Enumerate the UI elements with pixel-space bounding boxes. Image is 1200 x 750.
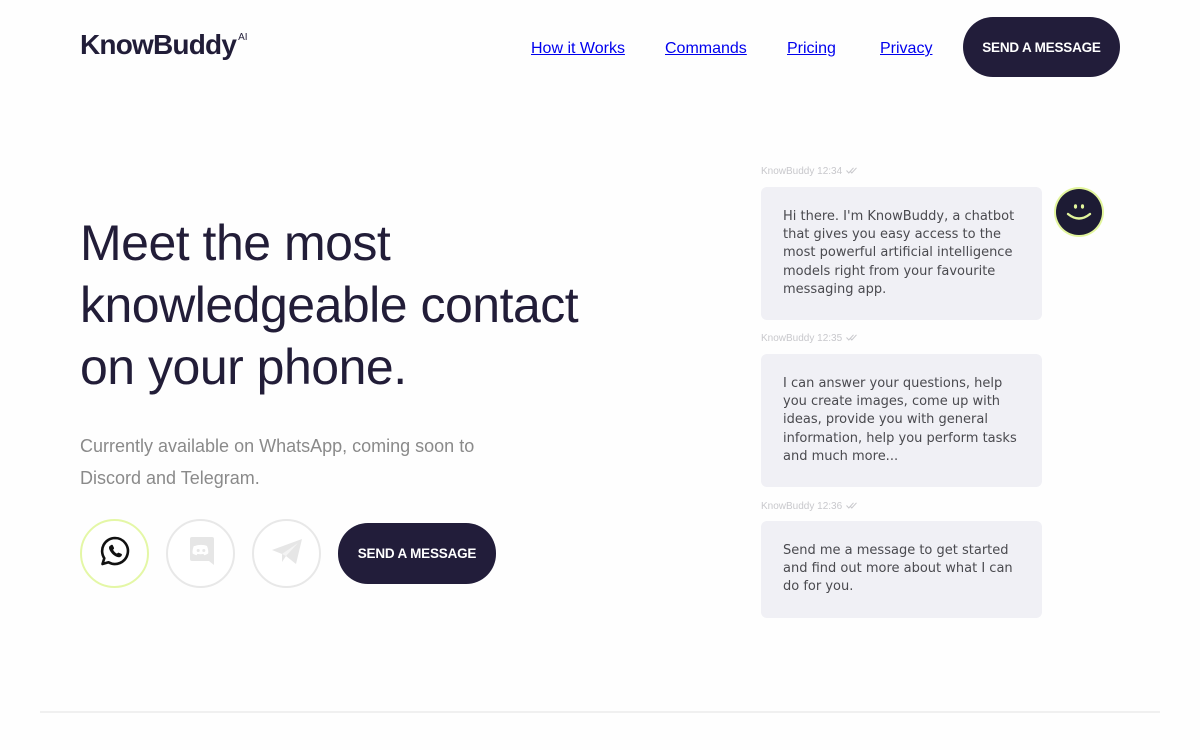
hero-send-message-button[interactable]: SEND A MESSAGE bbox=[338, 523, 496, 584]
message-meta: KnowBuddy 12:35 bbox=[761, 333, 858, 344]
double-check-icon bbox=[846, 166, 858, 177]
message-sender-time: KnowBuddy 12:34 bbox=[761, 166, 843, 177]
hero-title-line: Meet the most bbox=[80, 215, 391, 271]
double-check-icon bbox=[846, 333, 858, 344]
chat-bubble: Hi there. I'm KnowBuddy, a chatbot that … bbox=[761, 187, 1042, 321]
section-divider bbox=[40, 711, 1160, 713]
smiley-icon bbox=[1056, 204, 1102, 239]
logo[interactable]: KnowBuddy AI bbox=[80, 29, 248, 61]
nav-link-pricing[interactable]: Pricing bbox=[787, 40, 836, 58]
platform-discord-button[interactable] bbox=[166, 519, 235, 588]
hero-title: Meet the most knowledgeable contact on y… bbox=[80, 212, 640, 398]
platform-whatsapp-button[interactable] bbox=[80, 519, 149, 588]
logo-text: KnowBuddy bbox=[80, 29, 237, 60]
whatsapp-icon bbox=[98, 534, 132, 573]
double-check-icon bbox=[846, 501, 858, 512]
discord-icon bbox=[186, 535, 216, 572]
nav-link-privacy[interactable]: Privacy bbox=[880, 40, 932, 58]
hero-subtitle: Currently available on WhatsApp, coming … bbox=[80, 436, 475, 488]
nav-link-how-it-works[interactable]: How it Works bbox=[531, 40, 625, 58]
header-send-message-button[interactable]: SEND A MESSAGE bbox=[963, 17, 1120, 77]
platform-telegram-button[interactable] bbox=[252, 519, 321, 588]
message-sender-time: KnowBuddy 12:35 bbox=[761, 333, 843, 344]
nav-link-commands[interactable]: Commands bbox=[665, 40, 747, 58]
hero-title-line: knowledgeable contact bbox=[80, 277, 579, 333]
telegram-icon bbox=[270, 536, 304, 571]
message-sender-time: KnowBuddy 12:36 bbox=[761, 501, 843, 512]
message-meta: KnowBuddy 12:36 bbox=[761, 501, 858, 512]
logo-ai-badge: AI bbox=[238, 31, 248, 43]
chat-bubble: Send me a message to get started and fin… bbox=[761, 521, 1042, 618]
bot-avatar bbox=[1056, 189, 1102, 235]
hero-title-line: on your phone. bbox=[80, 339, 407, 395]
message-meta: KnowBuddy 12:34 bbox=[761, 166, 858, 177]
chat-bubble: I can answer your questions, help you cr… bbox=[761, 354, 1042, 488]
